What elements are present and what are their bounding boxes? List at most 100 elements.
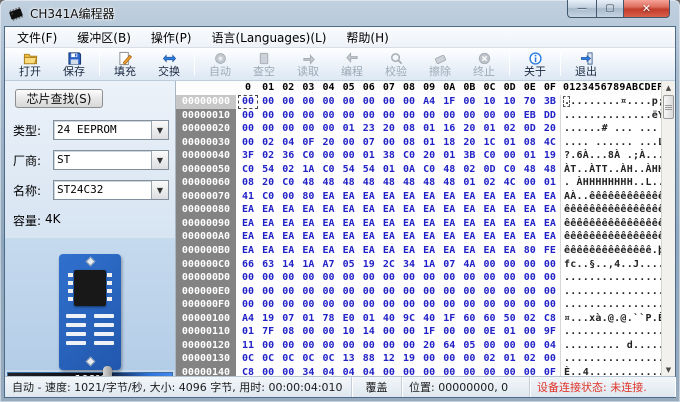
hex-byte-cell[interactable]: 00 xyxy=(278,190,298,204)
hex-byte-cell[interactable]: 02 xyxy=(480,352,500,366)
hex-byte-cell[interactable]: 20 xyxy=(540,122,560,136)
hex-byte-cell[interactable]: 1F xyxy=(439,312,459,326)
hex-byte-cell[interactable]: 80 xyxy=(520,244,540,258)
hex-byte-cell[interactable]: 00 xyxy=(379,339,399,353)
hex-byte-cell[interactable]: C8 xyxy=(238,366,258,376)
hex-byte-cell[interactable]: EA xyxy=(540,203,560,217)
hex-byte-cell[interactable]: 02 xyxy=(520,312,540,326)
hex-byte-cell[interactable]: 00 xyxy=(500,271,520,285)
hex-byte-cell[interactable]: 01 xyxy=(298,312,318,326)
hex-byte-cell[interactable]: EA xyxy=(500,203,520,217)
hex-byte-cell[interactable]: 00 xyxy=(258,298,278,312)
hex-byte-cell[interactable]: 00 xyxy=(258,339,278,353)
hex-byte-cell[interactable]: EA xyxy=(480,217,500,231)
hex-byte-cell[interactable]: 00 xyxy=(520,325,540,339)
hex-byte-cell[interactable]: 00 xyxy=(419,285,439,299)
hex-byte-cell[interactable]: EA xyxy=(359,217,379,231)
hex-byte-cell[interactable]: 00 xyxy=(540,258,560,272)
hex-byte-cell[interactable]: EA xyxy=(439,217,459,231)
hex-byte-cell[interactable]: 01 xyxy=(500,136,520,150)
hex-byte-cell[interactable]: 00 xyxy=(439,285,459,299)
toolbar-button-exit[interactable]: 退出 xyxy=(564,49,608,80)
hex-byte-cell[interactable]: 00 xyxy=(520,366,540,376)
hex-byte-cell[interactable]: 00 xyxy=(459,298,479,312)
hex-byte-cell[interactable]: 02 xyxy=(278,163,298,177)
hex-byte-cell[interactable]: 00 xyxy=(500,285,520,299)
hex-byte-cell[interactable]: 00 xyxy=(459,366,479,376)
hex-byte-cell[interactable]: 00 xyxy=(399,339,419,353)
hex-byte-cell[interactable]: 1A xyxy=(298,258,318,272)
hex-byte-cell[interactable]: 3B xyxy=(459,149,479,163)
toolbar-button-read[interactable]: 读取 xyxy=(286,49,330,80)
hex-byte-cell[interactable]: 19 xyxy=(540,149,560,163)
hex-byte-cell[interactable]: 0F xyxy=(540,366,560,376)
hex-row-ascii[interactable]: ..............ëÝ xyxy=(560,109,661,123)
hex-byte-cell[interactable]: EA xyxy=(399,203,419,217)
hex-byte-cell[interactable]: 00 xyxy=(339,149,359,163)
toolbar-button-save[interactable]: 保存 xyxy=(52,49,96,80)
hex-byte-cell[interactable]: EA xyxy=(359,230,379,244)
hex-byte-cell[interactable]: 41 xyxy=(238,190,258,204)
hex-byte-cell[interactable]: EA xyxy=(258,217,278,231)
hex-byte-cell[interactable]: 00 xyxy=(379,366,399,376)
chevron-down-icon[interactable]: ▼ xyxy=(151,151,168,169)
hex-byte-cell[interactable]: 04 xyxy=(540,339,560,353)
hex-byte-cell[interactable]: 00 xyxy=(540,285,560,299)
hex-byte-cell[interactable]: EB xyxy=(520,109,540,123)
hex-byte-cell[interactable]: 00 xyxy=(278,95,298,109)
hex-byte-cell[interactable]: EA xyxy=(278,203,298,217)
hex-row-ascii[interactable]: fc..§..,4..J.... xyxy=(560,258,661,272)
hex-byte-cell[interactable]: 08 xyxy=(520,136,540,150)
hex-byte-cell[interactable]: 01 xyxy=(419,122,439,136)
hex-byte-cell[interactable]: 00 xyxy=(298,285,318,299)
hex-byte-cell[interactable]: 00 xyxy=(480,366,500,376)
hex-byte-cell[interactable]: 40 xyxy=(379,312,399,326)
hex-byte-cell[interactable]: 48 xyxy=(379,176,399,190)
hex-byte-cell[interactable]: EA xyxy=(379,244,399,258)
hex-byte-cell[interactable]: EA xyxy=(540,217,560,231)
hex-byte-cell[interactable]: 4C xyxy=(500,176,520,190)
hex-byte-cell[interactable]: 00 xyxy=(419,366,439,376)
hex-byte-cell[interactable]: EA xyxy=(359,190,379,204)
hex-byte-cell[interactable]: 00 xyxy=(459,109,479,123)
hex-byte-cell[interactable]: 00 xyxy=(359,271,379,285)
hex-byte-cell[interactable]: C0 xyxy=(278,176,298,190)
hex-byte-cell[interactable]: EA xyxy=(359,203,379,217)
hex-byte-cell[interactable]: EA xyxy=(238,203,258,217)
hex-byte-cell[interactable]: 1A xyxy=(298,163,318,177)
hex-byte-cell[interactable]: 00 xyxy=(238,122,258,136)
hex-byte-cell[interactable]: 00 xyxy=(298,122,318,136)
hex-byte-cell[interactable]: 00 xyxy=(399,109,419,123)
hex-byte-cell[interactable]: 00 xyxy=(399,298,419,312)
hex-byte-cell[interactable]: 00 xyxy=(258,285,278,299)
hex-byte-cell[interactable]: 0A xyxy=(399,163,419,177)
hex-byte-cell[interactable]: EA xyxy=(439,230,459,244)
hex-byte-cell[interactable]: 00 xyxy=(238,271,258,285)
hex-byte-cell[interactable]: 00 xyxy=(399,325,419,339)
hex-byte-cell[interactable]: 0C xyxy=(238,352,258,366)
hex-byte-cell[interactable]: 00 xyxy=(540,271,560,285)
hex-byte-cell[interactable]: 20 xyxy=(459,136,479,150)
hex-row-ascii[interactable]: . ÀHHHHHHHH..L.. xyxy=(560,176,661,190)
hex-byte-cell[interactable]: 00 xyxy=(319,339,339,353)
hex-byte-cell[interactable]: 48 xyxy=(319,176,339,190)
hex-byte-cell[interactable]: EA xyxy=(238,217,258,231)
hex-byte-cell[interactable]: 01 xyxy=(459,176,479,190)
hex-byte-cell[interactable]: 00 xyxy=(278,366,298,376)
hex-byte-cell[interactable]: 01 xyxy=(238,325,258,339)
hex-byte-cell[interactable]: 11 xyxy=(238,339,258,353)
hex-byte-cell[interactable]: 00 xyxy=(379,95,399,109)
hex-byte-cell[interactable]: 00 xyxy=(399,95,419,109)
hex-byte-cell[interactable]: EA xyxy=(459,217,479,231)
hex-byte-cell[interactable]: 00 xyxy=(238,109,258,123)
hex-byte-cell[interactable]: EA xyxy=(379,203,399,217)
hex-byte-cell[interactable]: EA xyxy=(319,190,339,204)
chip-type-select[interactable]: 24 EEPROM ▼ xyxy=(53,120,169,140)
hex-byte-cell[interactable]: EA xyxy=(278,230,298,244)
hex-byte-cell[interactable]: 00 xyxy=(278,271,298,285)
hex-byte-cell[interactable]: 04 xyxy=(339,366,359,376)
hex-byte-cell[interactable]: 0F xyxy=(298,136,318,150)
hex-byte-cell[interactable]: 1F xyxy=(439,95,459,109)
hex-byte-cell[interactable]: 48 xyxy=(520,163,540,177)
hex-byte-cell[interactable]: 19 xyxy=(258,312,278,326)
